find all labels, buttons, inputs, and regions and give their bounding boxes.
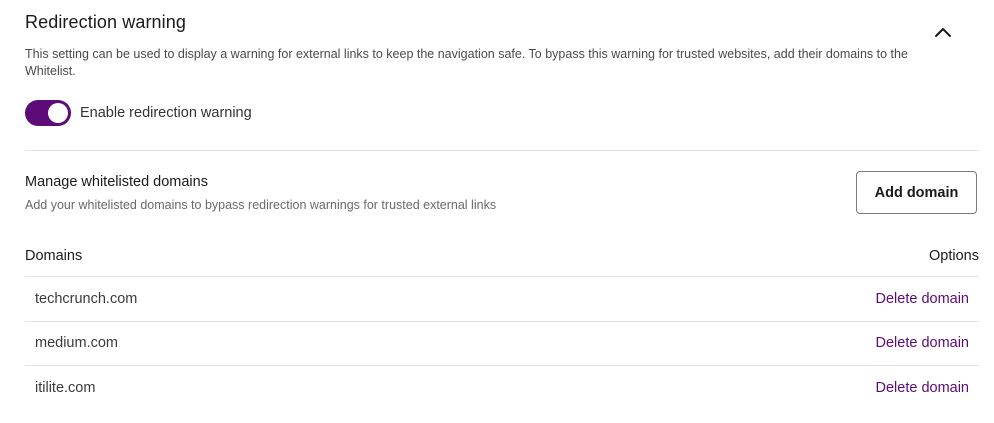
redirection-warning-toggle[interactable]: [25, 100, 71, 126]
table-row: medium.com Delete domain: [25, 322, 979, 366]
delete-domain-link[interactable]: Delete domain: [876, 380, 970, 396]
table-row: itilite.com Delete domain: [25, 366, 979, 411]
header-options: Options: [929, 247, 979, 264]
table-row: techcrunch.com Delete domain: [25, 277, 979, 322]
collapse-button[interactable]: [929, 18, 957, 46]
domain-cell: medium.com: [35, 335, 118, 352]
domain-cell: itilite.com: [35, 380, 96, 397]
whitelist-subtitle: Add your whitelisted domains to bypass r…: [25, 198, 497, 212]
delete-domain-link[interactable]: Delete domain: [876, 291, 970, 307]
add-domain-button[interactable]: Add domain: [856, 171, 977, 214]
chevron-up-icon: [935, 28, 951, 37]
header-domains: Domains: [25, 247, 83, 264]
redirection-toggle-row: Enable redirection warning: [25, 100, 252, 126]
delete-domain-link[interactable]: Delete domain: [876, 335, 970, 351]
toggle-knob: [48, 103, 68, 123]
section-description: This setting can be used to display a wa…: [25, 47, 908, 78]
section-divider: [25, 150, 979, 151]
section-title: Redirection warning: [25, 12, 186, 32]
toggle-label: Enable redirection warning: [80, 105, 252, 121]
table-header: Domains Options: [25, 235, 979, 277]
whitelist-title: Manage whitelisted domains: [25, 174, 208, 190]
domains-table: Domains Options techcrunch.com Delete do…: [25, 235, 979, 411]
domain-cell: techcrunch.com: [35, 290, 138, 307]
